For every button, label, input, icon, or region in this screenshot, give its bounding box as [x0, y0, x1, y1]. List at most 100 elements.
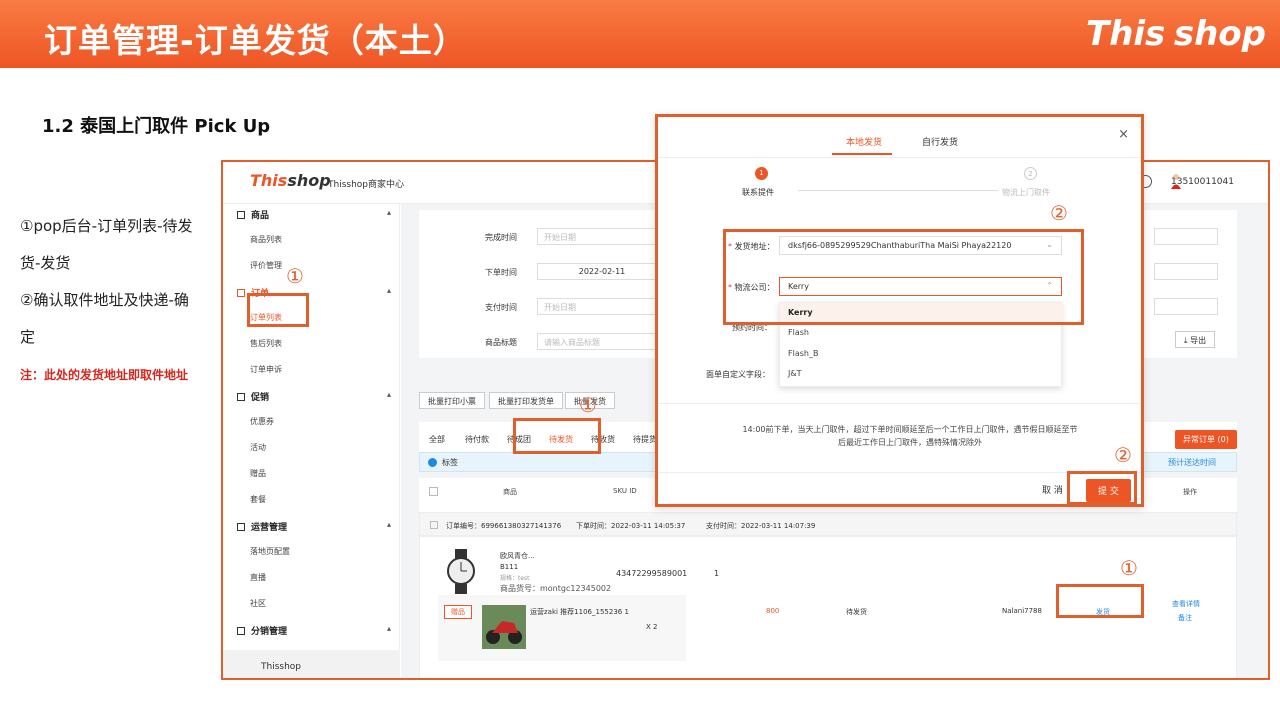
promo-icon	[237, 393, 245, 401]
info-icon	[428, 458, 437, 467]
watch-image	[447, 549, 475, 594]
thisshop-logo: This shop	[1086, 14, 1266, 60]
chevron-up-icon[interactable]: ▴	[387, 390, 391, 399]
order-time: 下单时间：2022-03-11 14:05:37	[576, 522, 686, 530]
order-time-input[interactable]: 2022-02-11⌄	[537, 263, 667, 280]
option-flash-b[interactable]: Flash_B	[788, 349, 818, 358]
pay-time: 支付时间：2022-03-11 14:07:39	[706, 522, 816, 530]
order-status: 待发货	[846, 608, 867, 616]
export-button[interactable]: ⤓ 导出	[1175, 331, 1216, 348]
order-number: 订单编号：699661380327141376	[446, 522, 562, 530]
tab-pending-pickup[interactable]: 待提货	[633, 434, 657, 445]
tab-platform-ship[interactable]: 本地发货	[846, 135, 882, 148]
orders-icon	[237, 289, 245, 297]
pay-time-input[interactable]: 开始日期⌄	[537, 298, 667, 315]
sidebar-item-order-apply[interactable]: 订单申诉	[250, 364, 282, 375]
pickup-tip: 14:00前下单，当天上门取件，超过下单时间顺延至后一个工作日上门取件，遇节假日…	[742, 425, 1078, 447]
gift-desc: 运营zaki 推荐1106_155236 1	[530, 608, 629, 616]
sidebar-group-promo[interactable]: 促销	[237, 390, 269, 403]
sidebar-item-after-sale[interactable]: 售后列表	[250, 338, 282, 349]
order-time-label: 下单时间	[485, 268, 517, 277]
marker-2-submit: ②	[1114, 443, 1132, 467]
abnormal-orders-button[interactable]: 异常订单 (0)	[1175, 430, 1237, 449]
step-1-label: 联系提件	[742, 188, 774, 197]
item-code: B111	[500, 563, 519, 571]
brand-left: This	[1086, 14, 1166, 54]
item-spec: 规格：test	[500, 575, 530, 582]
note-text: 注：此处的发货地址即取件地址	[20, 368, 189, 382]
sidebar-group-ops[interactable]: 运营管理	[237, 520, 287, 533]
goods-title-label: 商品标题	[485, 338, 517, 347]
estimate-time-dropdown[interactable]: 预计送达时间	[1168, 457, 1216, 468]
order-amount: 800	[766, 607, 780, 615]
sidebar-item-community[interactable]: 社区	[250, 598, 266, 609]
distribution-icon	[237, 627, 245, 635]
page-title: 订单管理-订单发货（本土）	[44, 21, 467, 60]
select-all-checkbox[interactable]	[429, 487, 438, 496]
sidebar-item-coupon[interactable]: 优惠券	[250, 416, 274, 427]
step-line-4: 定	[20, 328, 36, 346]
merchant-center-name: Thisshop商家中心	[328, 180, 405, 190]
view-detail-link[interactable]: 查看详情	[1172, 599, 1200, 609]
goods-title-input[interactable]: 请输入商品标题	[537, 333, 667, 350]
user-phone[interactable]: 13510011041	[1171, 177, 1234, 187]
sidebar-item-live[interactable]: 直播	[250, 572, 266, 583]
instruction-steps: ①pop后台-订单列表-待发 货-发货 ②确认取件地址及快递-确 定	[20, 208, 216, 356]
motorcycle-image	[482, 605, 526, 649]
sidebar-item-bundle[interactable]: 套餐	[250, 494, 266, 505]
step-line-3: ②确认取件地址及快递-确	[20, 291, 189, 309]
sidebar-item-landing[interactable]: 落地页配置	[250, 546, 290, 557]
th-sku: SKU ID	[613, 487, 637, 495]
sidebar-item-review[interactable]: 评价管理	[250, 260, 282, 271]
option-flash[interactable]: Flash	[788, 328, 809, 337]
order-checkbox[interactable]	[430, 521, 438, 529]
sidebar-item-goods-list[interactable]: 商品列表	[250, 234, 282, 245]
print-invoice-button[interactable]: 批量打印发货单	[489, 392, 563, 409]
chevron-up-icon[interactable]: ▴	[387, 286, 391, 295]
cancel-button[interactable]: 取 消	[1042, 483, 1063, 496]
filter-right-input-1[interactable]	[1154, 228, 1218, 245]
app-logo: Thisshop	[250, 171, 331, 190]
section-title: 1.2 泰国上门取件 Pick Up	[42, 116, 271, 137]
sidebar-group-distribution[interactable]: 分销管理	[237, 624, 287, 637]
brand-right: shop	[1173, 14, 1266, 54]
highlight-pending-tab	[513, 418, 601, 454]
marker-2-form: ②	[1050, 201, 1068, 225]
chevron-up-icon[interactable]: ▴	[387, 208, 391, 217]
print-ticket-button[interactable]: 批量打印小票	[419, 392, 485, 409]
step-2-circle: 2	[1024, 167, 1037, 180]
step-line-2: 货-发货	[20, 254, 71, 272]
chevron-up-icon[interactable]: ▴	[387, 624, 391, 633]
filter-right-input-2[interactable]	[1154, 263, 1218, 280]
gift-tag: 赠品	[444, 605, 472, 619]
tab-pending-pay[interactable]: 待付款	[465, 434, 489, 445]
item-no: 商品货号：montgc12345002	[500, 584, 612, 593]
sidebar-item-activity[interactable]: 活动	[250, 442, 266, 453]
tab-all[interactable]: 全部	[429, 434, 445, 445]
option-jt[interactable]: J&T	[788, 369, 801, 378]
highlight-address-logistics	[723, 229, 1084, 325]
order-header-row: 订单编号：699661380327141376 下单时间：2022-03-11 …	[419, 512, 1237, 536]
highlight-submit	[1067, 471, 1137, 505]
highlight-ship-link	[1056, 584, 1144, 618]
page-header: 订单管理-订单发货（本土） This shop	[0, 0, 1280, 68]
marker-1-tab: ①	[579, 393, 597, 417]
tab-self-ship[interactable]: 自行发货	[922, 135, 958, 148]
close-icon[interactable]: ×	[1118, 127, 1129, 142]
chevron-up-icon[interactable]: ▴	[387, 520, 391, 529]
sidebar-group-goods[interactable]: 商品	[237, 208, 269, 221]
filter-right-input-3[interactable]	[1154, 298, 1218, 315]
marker-1-ship: ①	[1120, 556, 1138, 580]
gift-qty: X 2	[646, 623, 658, 631]
th-goods: 商品	[503, 488, 517, 496]
active-tab-indicator	[832, 153, 892, 155]
item-qty: 1	[714, 569, 720, 578]
modal-footer-divider	[658, 403, 1141, 404]
complete-time-input[interactable]: 开始日期⌄	[537, 228, 667, 245]
modal-divider	[658, 157, 1141, 158]
sidebar-item-gift[interactable]: 赠品	[250, 468, 266, 479]
step-1-circle: 1	[755, 167, 768, 180]
remark-link[interactable]: 备注	[1178, 613, 1192, 623]
marker-1-sidebar: ①	[286, 264, 304, 288]
step-connector	[798, 190, 998, 191]
